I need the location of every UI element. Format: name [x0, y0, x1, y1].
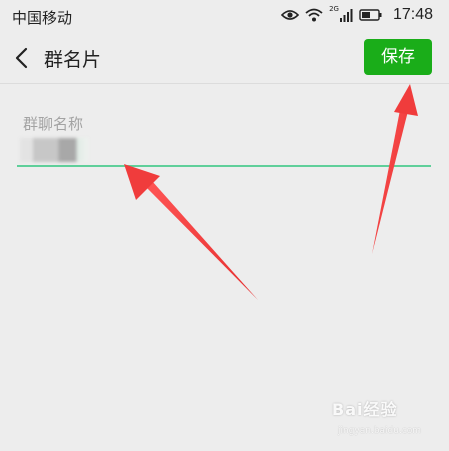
chevron-left-icon[interactable] — [12, 47, 32, 69]
page-title: 群名片 — [44, 49, 102, 71]
status-icons: 2G 17:48 — [281, 5, 433, 24]
arrow-to-input — [124, 164, 258, 300]
nav-bar: 群名片 保存 — [0, 34, 449, 84]
battery-icon — [359, 9, 382, 21]
eye-icon — [281, 10, 300, 20]
wifi-icon — [305, 8, 323, 22]
status-bar: 中国移动 2G 17:48 — [0, 0, 449, 34]
group-name-input[interactable] — [20, 138, 88, 162]
arrow-to-save-button — [372, 84, 418, 254]
watermark-url: jingyan.baidu.com — [338, 426, 422, 436]
input-underline — [17, 165, 431, 167]
clock: 17:48 — [392, 6, 433, 23]
network-type-label: 2G — [329, 5, 339, 13]
save-button[interactable]: 保存 — [364, 39, 432, 75]
signal-icon — [339, 9, 353, 22]
carrier-label: 中国移动 — [12, 9, 73, 27]
group-name-label: 群聊名称 — [23, 115, 84, 133]
watermark-logo: Bai经验 — [332, 400, 398, 419]
